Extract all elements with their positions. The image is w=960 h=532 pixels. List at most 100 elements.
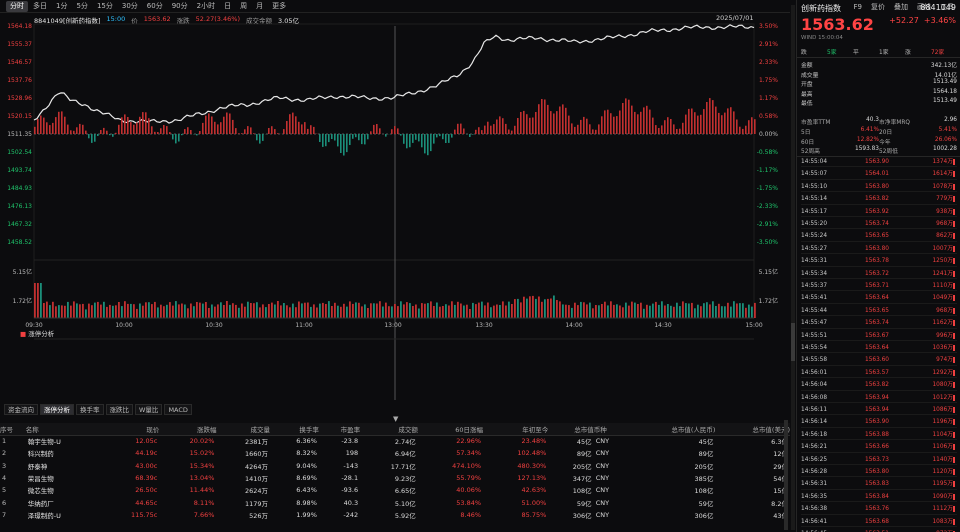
volume-bar	[424, 303, 426, 318]
table-cell: 59亿	[576, 499, 592, 508]
tick-time: 14:55:14	[801, 196, 828, 203]
collapse-arrow-icon[interactable]: ▼	[393, 415, 398, 423]
column-header[interactable]: 年初至今	[483, 423, 549, 436]
bottom-tab[interactable]: 涨停分析	[40, 404, 74, 415]
volume-bar	[157, 307, 159, 318]
table-row[interactable]: 5 微芯生物 26.50c 11.44% 2624万 6.43% -93.6 6.65亿 40.…	[0, 484, 790, 496]
breadth-bar	[208, 113, 210, 134]
column-header[interactable]: 换手率	[270, 423, 319, 436]
table-cell: 198	[345, 449, 359, 458]
scroll-thumb[interactable]	[791, 323, 795, 361]
breadth-item: 平	[853, 50, 859, 56]
tick-time: 14:56:31	[801, 481, 828, 488]
right-axis-label: -1.75%	[757, 185, 779, 192]
stat-value: 14.01亿	[934, 72, 957, 79]
column-header[interactable]: 币种	[593, 423, 629, 436]
right-axis-label: 2.33%	[759, 59, 778, 66]
bottom-tab[interactable]: 涨跌比	[105, 404, 133, 415]
tick-row: 14:55:44 1563.65 968万	[801, 306, 957, 317]
table-row[interactable]: 7 泽璟制药-U 115.75c 7.66% 526万 1.99% -242 5.92亿 8.4…	[0, 509, 790, 521]
volume-bar	[733, 301, 735, 318]
table-cell: 68.39c	[135, 474, 158, 483]
volume-bar	[130, 303, 132, 318]
volume-bar	[397, 306, 399, 318]
column-header[interactable]: 总市值(美元)	[715, 423, 790, 436]
column-header[interactable]: 60日涨幅	[417, 423, 484, 436]
plot-frame	[33, 23, 755, 319]
volume-bar	[346, 306, 348, 318]
pe-item: 市盈率TTM	[801, 120, 831, 126]
breadth-bar	[274, 129, 276, 134]
breadth-bar	[196, 134, 198, 136]
perf-item: 5日	[801, 130, 811, 136]
table-cell: 526万	[249, 511, 269, 520]
table-row[interactable]: 3 舒泰神 43.00c 15.34% 4264万 9.04% -143 17.71亿 474.…	[0, 460, 790, 472]
volume-bar	[172, 305, 174, 318]
panel-scrollbar[interactable]	[791, 5, 795, 530]
tick-volume: 1162万	[932, 320, 953, 327]
breadth-bar	[310, 125, 312, 134]
volume-bar	[637, 304, 639, 318]
table-row[interactable]: 2 科兴制药 44.19c 15.02% 1660万 8.32% 198 6.94亿 57.34…	[0, 447, 790, 459]
tick-volume: 1110万	[932, 283, 953, 289]
volume-bar	[670, 305, 672, 318]
breadth-bar	[544, 99, 546, 134]
table-row[interactable]: 6 华纳药厂 44.65c 8.11% 1179万 8.98% 40.3 5.10亿 53.84…	[0, 496, 790, 508]
tick-row: 14:56:21 1563.66 1106万	[801, 442, 957, 453]
volume-bar	[67, 301, 69, 318]
table-cell: 4264万	[244, 462, 269, 471]
breadth-bar	[616, 116, 618, 134]
bottom-tab[interactable]: W量比	[135, 404, 163, 415]
column-header[interactable]: 市盈率	[318, 423, 361, 436]
breadth-bar	[427, 134, 429, 156]
table-row[interactable]: 1 翰宇生物-U 12.05c 20.02% 2381万 6.36% -23.8 2.74亿 2…	[0, 435, 790, 447]
tick-row: 14:56:25 1563.73 1140万	[801, 455, 957, 465]
tick-time: 14:55:54	[801, 345, 828, 351]
bottom-tab[interactable]: 换手率	[76, 404, 104, 415]
intraday-chart[interactable]: 1564.18 3.50% 1555.37 2.91% 1546.57 2.33% 1537…	[0, 0, 790, 404]
table-scrollbar[interactable]	[784, 420, 788, 530]
bottom-tabs: 资金流向 涨停分析 换手率 涨跌比 W量比 MACD	[4, 404, 192, 415]
table-cell: 26.50c	[135, 486, 158, 495]
volume-bar	[361, 306, 363, 318]
table-cell: 108亿	[694, 487, 714, 496]
column-header[interactable]: 现价	[99, 423, 160, 436]
column-header[interactable]: 成交量	[216, 423, 271, 436]
tick-row: 14:55:20 1563.74 968万	[801, 219, 957, 230]
volume-bar	[418, 308, 420, 318]
column-header[interactable]: 序号	[0, 423, 26, 436]
right-axis-label: 0.58%	[759, 113, 778, 120]
tick-row: 14:55:37 1563.71 1110万	[801, 281, 957, 292]
volume-bar	[511, 304, 513, 318]
volume-bar	[697, 304, 699, 318]
table-cell: CNY	[595, 461, 610, 470]
breadth-bar	[355, 134, 357, 138]
bottom-tab[interactable]: 资金流向	[4, 404, 38, 415]
tick-price: 1563.80	[865, 183, 889, 190]
column-header[interactable]: 名称	[25, 423, 100, 436]
tick-row: 14:55:54 1563.64 1036万	[801, 343, 957, 354]
breadth-bar	[40, 115, 42, 134]
time-axis-label: 14:00	[565, 322, 582, 329]
table-row[interactable]: 4 荣昌生物 68.39c 13.04% 1410万 8.69% -28.1 9.23亿 55.…	[0, 472, 790, 484]
column-header[interactable]: 总市值(人民币)	[628, 423, 716, 436]
tick-volume: 1083万	[932, 518, 953, 525]
panel-change: +52.27 +3.46%	[889, 16, 956, 25]
volume-bar	[196, 302, 198, 318]
tick-volume: 1140万	[932, 456, 953, 463]
breadth-bar	[127, 117, 129, 134]
column-header[interactable]: 涨跌幅	[159, 423, 217, 436]
stat-value: 1564.18	[933, 88, 957, 95]
breadth-bar	[625, 98, 627, 134]
volume-bar	[568, 305, 570, 318]
breadth-bar	[586, 118, 588, 134]
column-header[interactable]: 总市值	[548, 423, 594, 436]
breadth-bar	[472, 134, 474, 135]
column-header[interactable]: 成交额	[360, 423, 418, 436]
tick-row: 14:55:17 1563.92 938万	[801, 207, 957, 217]
bottom-tab[interactable]: MACD	[164, 404, 192, 415]
volume-bar	[460, 303, 462, 318]
volume-bar	[595, 305, 597, 318]
breadth-bar	[154, 131, 156, 134]
volume-bar	[634, 302, 636, 318]
